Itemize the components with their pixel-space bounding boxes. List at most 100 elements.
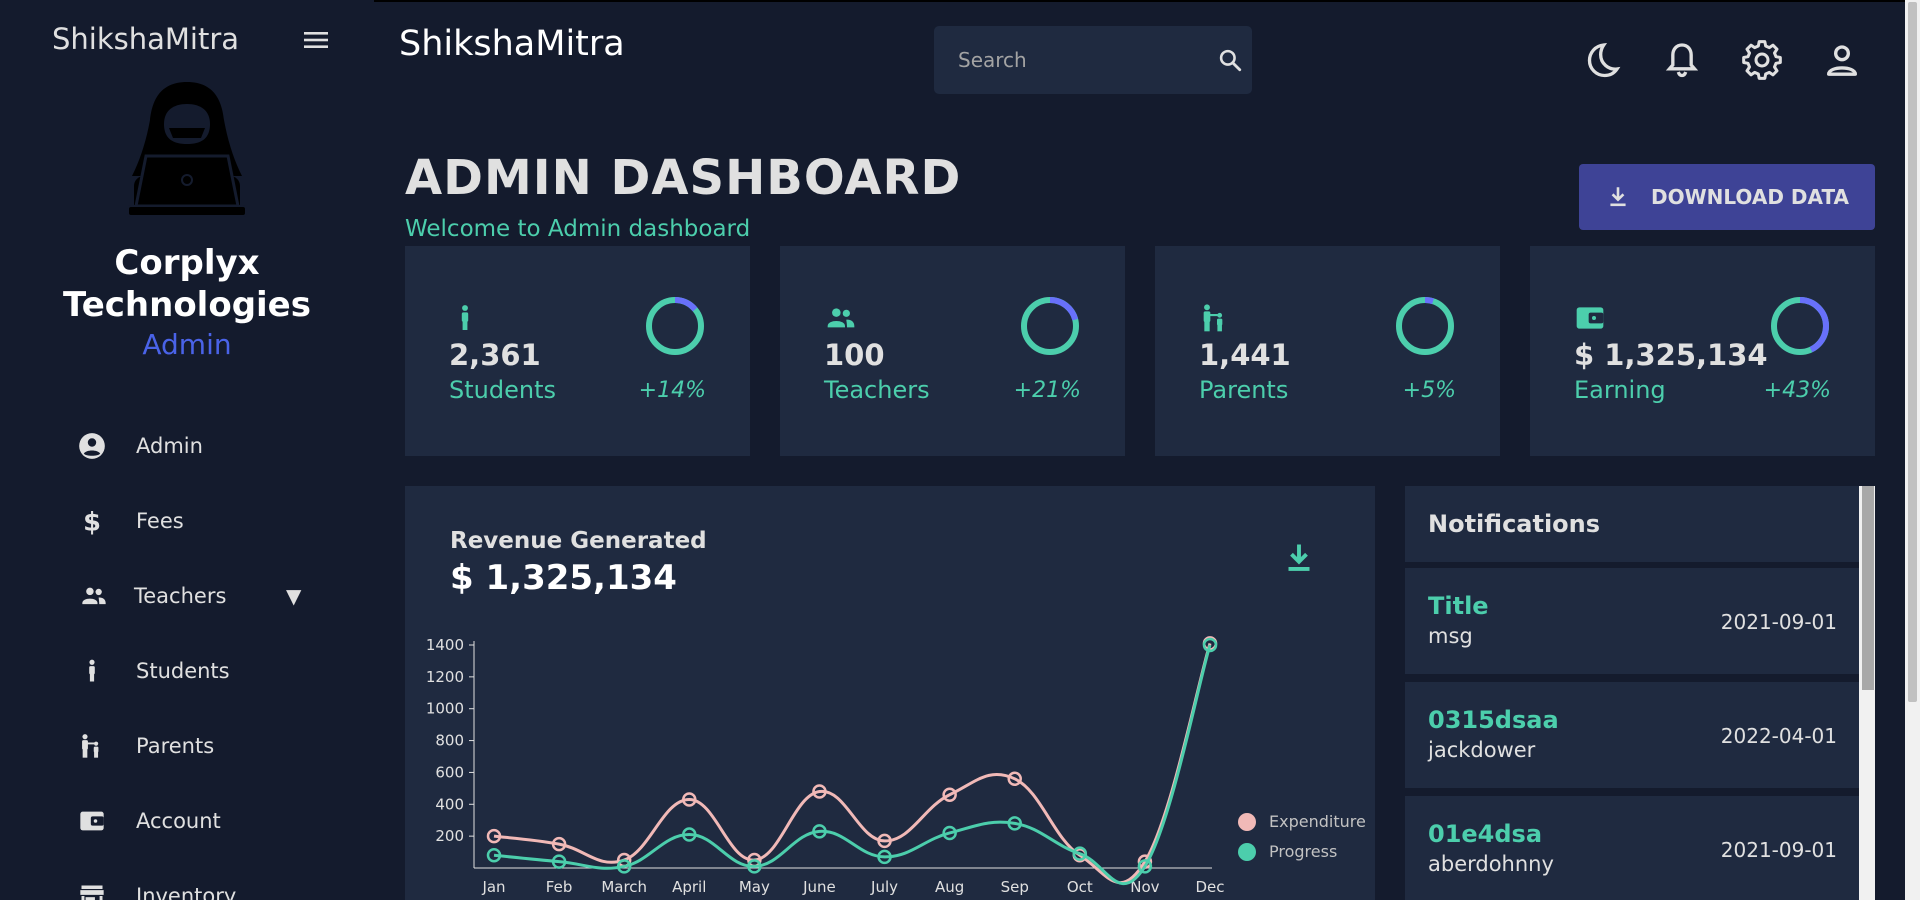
user-role: Admin [142,328,232,361]
x-tick-label: Aug [935,878,964,896]
person-icon [78,657,106,685]
revenue-title: Revenue Generated [450,528,707,554]
stat-increase: +21% [1013,378,1081,403]
sidebar-item-fees[interactable]: $ Fees [0,483,374,558]
stat-label: Students [449,376,556,404]
sidebar-brand: ShikshaMitra [52,22,240,56]
revenue-panel: 200 400 600 800 1000 1200 1400 Jan Feb March April… [405,486,1375,900]
x-tick-label: March [601,878,647,896]
notification-item[interactable]: 01e4dsa aberdohnny 2021-09-01 [1405,796,1859,900]
notifications-title: Notifications [1405,486,1859,562]
legend-marker-expenditure [1238,813,1256,831]
y-tick-label: 1000 [426,700,464,718]
search-input[interactable] [934,48,1207,72]
progress-ring [1021,297,1079,355]
notifications-icon[interactable] [1658,36,1706,84]
stat-card-students: 2,361 Students +14% [405,246,750,456]
sidebar-item-label: Account [136,808,221,833]
revenue-value: $ 1,325,134 [450,558,677,598]
people-icon [824,302,856,334]
x-tick-label: April [672,878,706,896]
notification-date: 2021-09-01 [1720,838,1837,862]
menu-icon[interactable] [302,28,330,52]
notification-title: 0315dsaa [1428,706,1559,734]
dollar-icon: $ [78,507,106,535]
notifications-panel: Notifications Title msg 2021-09-01 0315d… [1405,486,1875,900]
notification-title: 01e4dsa [1428,820,1543,848]
notification-message: msg [1428,624,1473,648]
stat-value: 100 [824,338,885,372]
dark-mode-icon[interactable] [1578,36,1626,84]
hacker-avatar-icon [124,80,250,226]
sidebar-item-teachers[interactable]: Teachers ▼ [0,558,374,633]
stat-label: Parents [1199,376,1289,404]
notification-date: 2022-04-01 [1720,724,1837,748]
notification-title: Title [1428,592,1489,620]
y-tick-label: 600 [435,763,464,781]
x-tick-label: Dec [1195,878,1224,896]
legend-marker-progress [1238,843,1256,861]
sidebar-item-inventory[interactable]: Inventory [0,858,374,900]
sidebar-item-parents[interactable]: Parents [0,708,374,783]
notification-item[interactable]: 0315dsaa jackdower 2022-04-01 [1405,682,1859,788]
download-icon [1605,184,1631,210]
page-subtitle: Welcome to Admin dashboard [405,216,751,242]
stat-value: 2,361 [449,338,541,372]
settings-icon[interactable] [1738,36,1786,84]
sidebar-item-label: Admin [136,433,203,458]
x-tick-label: Sep [1001,878,1029,896]
chevron-down-icon[interactable]: ▼ [286,584,301,608]
organization-name-line2: Technologies [63,285,311,325]
people-icon [80,582,108,610]
legend-label-expenditure: Expenditure [1269,812,1366,831]
wallet-icon [1574,302,1606,334]
x-tick-label: Feb [546,878,573,896]
download-icon[interactable] [1281,540,1317,576]
series-line-expenditure [493,642,1212,885]
notification-message: aberdohnny [1428,852,1554,876]
y-tick-label: 1400 [426,636,464,654]
sidebar-item-label: Parents [136,733,215,758]
y-tick-label: 200 [435,827,464,845]
sidebar-item-label: Teachers [134,583,227,608]
notifications-scrollbar-thumb[interactable] [1862,486,1874,690]
stat-card-earning: $ 1,325,134 Earning +43% [1530,246,1875,456]
user-icon[interactable] [1818,36,1866,84]
notification-item[interactable]: Title msg 2021-09-01 [1405,568,1859,674]
stat-card-parents: 1,441 Parents +5% [1155,246,1500,456]
sidebar-nav: Admin $ Fees Teachers ▼ Students Parents… [0,408,374,900]
search-icon[interactable] [1207,34,1252,86]
topbar-icons [1578,36,1898,84]
x-tick-label: July [870,878,898,896]
sidebar-item-label: Fees [136,508,184,533]
download-data-button[interactable]: DOWNLOAD DATA [1579,164,1875,230]
stat-value: 1,441 [1199,338,1291,372]
series-line-progress [493,644,1212,886]
organization-name: Corplyx Technologies [0,242,374,326]
stat-label: Earning [1574,376,1666,404]
x-tick-label: May [739,878,770,896]
download-data-label: DOWNLOAD DATA [1650,185,1850,209]
sidebar-item-students[interactable]: Students [0,633,374,708]
svg-text:$: $ [83,507,101,535]
stat-card-teachers: 100 Teachers +21% [780,246,1125,456]
stat-increase: +5% [1402,378,1456,403]
sidebar-item-account[interactable]: Account [0,783,374,858]
page-scrollbar-thumb[interactable] [1908,2,1917,702]
search-bar [934,26,1252,94]
store-icon [78,882,106,900]
stat-increase: +43% [1763,378,1831,403]
stat-label: Teachers [824,376,930,404]
progress-ring-track [1396,297,1454,355]
stat-increase: +14% [638,378,706,403]
progress-ring [646,297,704,355]
y-tick-label: 400 [435,795,464,813]
sidebar-item-admin[interactable]: Admin [0,408,374,483]
y-tick-label: 1200 [426,668,464,686]
sidebar: ShikshaMitra Corplyx Technologies Admin … [0,0,374,900]
legend-label-progress: Progress [1269,842,1337,861]
sidebar-item-label: Inventory [136,883,237,900]
progress-ring [1771,297,1829,355]
page-title: ADMIN DASHBOARD [405,150,962,206]
sidebar-item-label: Students [136,658,230,683]
